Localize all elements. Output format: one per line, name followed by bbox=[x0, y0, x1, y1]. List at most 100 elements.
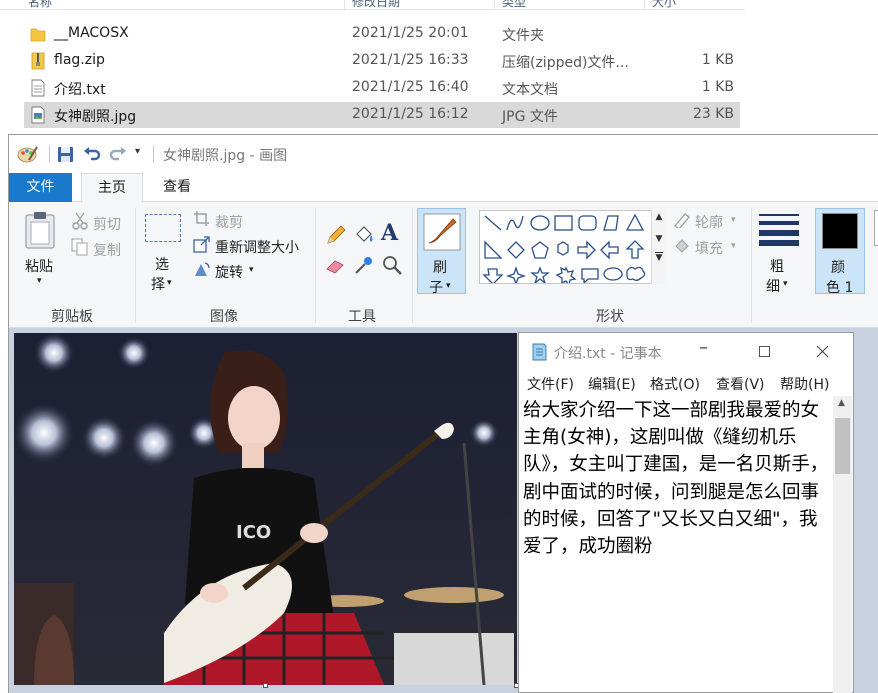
paste-icon[interactable] bbox=[23, 210, 57, 250]
file-name: __MACOSX bbox=[54, 25, 129, 41]
outline-dropdown-icon[interactable]: ▾ bbox=[731, 215, 736, 225]
select-button-line2[interactable]: 择 bbox=[151, 274, 165, 294]
file-size: 1 KB bbox=[701, 52, 734, 68]
color1-button[interactable]: 颜 色 1 bbox=[815, 208, 865, 296]
size-button[interactable]: 粗 bbox=[770, 256, 784, 276]
fill-dropdown-icon[interactable]: ▾ bbox=[731, 241, 736, 251]
file-row-selected[interactable]: 女神剧照.jpg 2021/1/25 16:12 JPG 文件 23 KB bbox=[24, 102, 740, 128]
file-date: 2021/1/25 16:12 bbox=[352, 106, 469, 122]
menu-view[interactable]: 查看(V) bbox=[716, 374, 765, 394]
ribbon-tabs: 文件 主页 查看 bbox=[9, 173, 878, 203]
size-button-line2[interactable]: 细 bbox=[766, 276, 780, 296]
group-separator bbox=[412, 208, 413, 323]
column-date[interactable]: 修改日期 bbox=[352, 0, 400, 10]
select-icon[interactable] bbox=[145, 214, 181, 242]
file-row[interactable]: __MACOSX 2021/1/25 20:01 文件夹 bbox=[24, 21, 740, 47]
rotate-button[interactable]: 旋转 bbox=[215, 262, 243, 282]
column-separator[interactable] bbox=[644, 0, 645, 10]
text-file-icon bbox=[31, 79, 45, 97]
image-canvas[interactable]: ICO bbox=[14, 333, 517, 685]
rotate-dropdown-icon[interactable]: ▾ bbox=[249, 265, 254, 275]
redo-icon[interactable] bbox=[109, 144, 127, 164]
brush-label-line2: 子 bbox=[429, 280, 443, 296]
shapes-scrollbar[interactable]: ▲ ▼ ▼ bbox=[651, 210, 666, 284]
customize-toolbar-icon[interactable]: ▾ bbox=[135, 146, 140, 157]
notepad-window: 介绍.txt - 记事本 – 文件(F) 编辑(E) 格式(O) 查看(V) 帮… bbox=[518, 332, 854, 693]
file-type: 文件夹 bbox=[502, 28, 544, 44]
desktop: 名称 修改日期 类型 大小 __MACOSX 2021/1/25 20:01 文… bbox=[0, 0, 878, 693]
file-name: 介绍.txt bbox=[54, 82, 106, 98]
color1-label: 颜 bbox=[831, 260, 845, 276]
crop-button[interactable]: 裁剪 bbox=[215, 212, 243, 232]
toolbar-divider bbox=[153, 145, 154, 163]
file-explorer: 名称 修改日期 类型 大小 __MACOSX 2021/1/25 20:01 文… bbox=[0, 0, 878, 135]
fill-bucket-icon[interactable] bbox=[353, 224, 375, 246]
shapes-scroll-up-icon[interactable]: ▲ bbox=[652, 212, 666, 222]
cut-icon bbox=[72, 212, 88, 230]
scroll-up-icon[interactable]: ▲ bbox=[838, 398, 845, 408]
tab-file[interactable]: 文件 bbox=[9, 173, 72, 202]
tab-home[interactable]: 主页 bbox=[81, 173, 143, 203]
brush-button[interactable]: 刷 子 ▾ bbox=[417, 208, 466, 296]
fill-button[interactable]: 填充 bbox=[695, 238, 723, 258]
shapes-scroll-down-icon[interactable]: ▼ bbox=[652, 234, 666, 244]
color-picker-icon[interactable] bbox=[353, 254, 375, 276]
maximize-icon[interactable] bbox=[759, 346, 770, 357]
group-label-clipboard: 剪贴板 bbox=[51, 309, 93, 325]
group-label-tools: 工具 bbox=[348, 309, 376, 325]
shapes-gallery[interactable] bbox=[479, 210, 665, 284]
canvas-resize-handle[interactable] bbox=[263, 683, 268, 688]
paint-app-icon[interactable] bbox=[17, 144, 39, 164]
menu-edit[interactable]: 编辑(E) bbox=[588, 374, 636, 394]
svg-text:ICO: ICO bbox=[236, 522, 271, 543]
group-label-shapes: 形状 bbox=[596, 309, 624, 325]
minimize-icon[interactable]: – bbox=[699, 337, 708, 358]
toolbar-divider bbox=[49, 145, 50, 163]
cut-button[interactable]: 剪切 bbox=[93, 214, 121, 234]
resize-button[interactable]: 重新调整大小 bbox=[215, 237, 299, 257]
column-name[interactable]: 名称 bbox=[28, 0, 52, 10]
outline-button[interactable]: 轮廓 bbox=[695, 212, 723, 232]
column-separator[interactable] bbox=[494, 0, 495, 10]
select-button[interactable]: 选 bbox=[155, 254, 169, 274]
color1-swatch bbox=[822, 213, 858, 249]
color1-label-line2: 色 1 bbox=[826, 280, 854, 296]
notepad-text-area[interactable]: 给大家介绍一下这一部剧我最爱的女主角(女神)，这剧叫做《缝纫机乐队》，女主叫丁建… bbox=[523, 397, 831, 560]
text-tool-icon[interactable]: A bbox=[381, 220, 398, 246]
paste-button[interactable]: 粘贴 bbox=[25, 256, 53, 276]
pencil-icon[interactable] bbox=[325, 224, 347, 246]
copy-icon bbox=[71, 238, 88, 256]
notepad-app-icon[interactable] bbox=[529, 342, 549, 362]
file-size: 1 KB bbox=[701, 79, 734, 95]
file-date: 2021/1/25 16:33 bbox=[352, 52, 469, 68]
paste-dropdown-icon[interactable]: ▾ bbox=[37, 276, 42, 286]
group-label-image: 图像 bbox=[210, 309, 238, 325]
line-size-icon[interactable] bbox=[758, 212, 800, 246]
tab-view[interactable]: 查看 bbox=[147, 173, 207, 203]
menu-file[interactable]: 文件(F) bbox=[527, 374, 574, 394]
notepad-scrollbar[interactable]: ▲ bbox=[833, 396, 852, 693]
column-size[interactable]: 大小 bbox=[652, 0, 676, 10]
close-icon[interactable] bbox=[816, 345, 829, 358]
copy-button[interactable]: 复制 bbox=[93, 240, 121, 260]
eraser-icon[interactable] bbox=[325, 254, 347, 276]
file-date: 2021/1/25 20:01 bbox=[352, 25, 469, 41]
undo-icon[interactable] bbox=[83, 144, 101, 164]
magnifier-icon[interactable] bbox=[381, 254, 403, 276]
column-type[interactable]: 类型 bbox=[502, 0, 526, 10]
select-dropdown-icon[interactable]: ▾ bbox=[167, 278, 172, 288]
file-date: 2021/1/25 16:40 bbox=[352, 79, 469, 95]
menu-help[interactable]: 帮助(H) bbox=[780, 374, 829, 394]
group-separator bbox=[135, 208, 136, 323]
file-row[interactable]: 介绍.txt 2021/1/25 16:40 文本文档 1 KB bbox=[24, 75, 740, 101]
file-row[interactable]: flag.zip 2021/1/25 16:33 压缩(zipped)文件...… bbox=[24, 48, 740, 74]
save-icon[interactable] bbox=[57, 144, 75, 164]
file-size: 23 KB bbox=[692, 106, 734, 122]
shapes-expand-icon[interactable]: ▼ bbox=[655, 252, 663, 263]
color2-button[interactable] bbox=[874, 210, 878, 246]
column-separator[interactable] bbox=[344, 0, 345, 10]
group-separator bbox=[751, 208, 752, 323]
size-dropdown-icon[interactable]: ▾ bbox=[783, 279, 788, 289]
menu-format[interactable]: 格式(O) bbox=[650, 374, 700, 394]
scroll-thumb[interactable] bbox=[835, 418, 850, 474]
